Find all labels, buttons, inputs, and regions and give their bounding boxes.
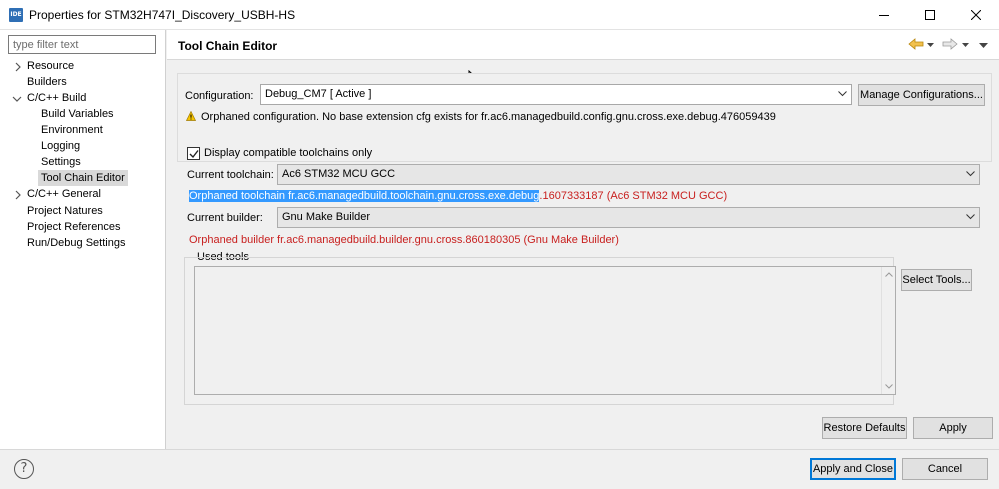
tree-item-project-natures[interactable]: Project Natures bbox=[27, 203, 103, 219]
current-builder-value: Gnu Make Builder bbox=[282, 211, 371, 223]
selected-text: Orphaned toolchain fr.ac6.managedbuild.t… bbox=[189, 190, 540, 202]
chevron-down-icon bbox=[838, 91, 847, 97]
cancel-button[interactable]: Cancel bbox=[902, 458, 988, 480]
page-title: Tool Chain Editor bbox=[178, 39, 278, 53]
checkmark-icon bbox=[189, 150, 199, 159]
current-toolchain-value: Ac6 STM32 MCU GCC bbox=[282, 168, 396, 180]
window-title: Properties for STM32H747I_Discovery_USBH… bbox=[29, 8, 296, 22]
current-builder-label: Current builder: bbox=[187, 212, 263, 224]
tree-item-settings[interactable]: Settings bbox=[41, 154, 81, 170]
warning-icon bbox=[186, 111, 196, 121]
tree-item-builders[interactable]: Builders bbox=[27, 74, 67, 90]
chevron-down-icon bbox=[966, 171, 975, 177]
chevron-down-icon bbox=[966, 214, 975, 220]
chevron-right-icon[interactable] bbox=[13, 190, 23, 200]
page-header: Tool Chain Editor bbox=[167, 30, 999, 60]
dialog-footer: ? Apply and Close Cancel bbox=[0, 449, 999, 489]
forward-menu-chevron-icon[interactable] bbox=[962, 43, 969, 48]
close-button[interactable] bbox=[953, 0, 999, 30]
orphaned-builder-message: Orphaned builder fr.ac6.managedbuild.bui… bbox=[189, 234, 619, 246]
configuration-select-value: Debug_CM7 [ Active ] bbox=[265, 88, 372, 100]
used-tools-scrollbar[interactable] bbox=[881, 267, 895, 394]
title-bar: IDE Properties for STM32H747I_Discovery_… bbox=[0, 0, 999, 30]
tree-item-cpp-build[interactable]: C/C++ Build bbox=[27, 90, 86, 106]
orphaned-toolchain-message: Orphaned toolchain fr.ac6.managedbuild.t… bbox=[189, 190, 727, 202]
display-compatible-label[interactable]: Display compatible toolchains only bbox=[204, 147, 372, 159]
view-menu-icon[interactable] bbox=[979, 43, 988, 49]
minimize-button[interactable] bbox=[861, 0, 907, 30]
minimize-icon bbox=[879, 15, 889, 16]
filter-input[interactable] bbox=[8, 35, 156, 54]
scroll-up-icon[interactable] bbox=[885, 272, 893, 277]
orphaned-toolchain-rest: .1607333187 (Ac6 STM32 MCU GCC) bbox=[539, 190, 728, 202]
scroll-down-icon[interactable] bbox=[885, 384, 893, 389]
restore-defaults-button[interactable]: Restore Defaults bbox=[822, 417, 907, 439]
back-arrow-icon[interactable] bbox=[908, 38, 924, 50]
tree-item-environment[interactable]: Environment bbox=[41, 122, 103, 138]
help-icon[interactable]: ? bbox=[14, 459, 34, 479]
maximize-icon bbox=[925, 10, 935, 20]
tree-item-build-variables[interactable]: Build Variables bbox=[41, 106, 114, 122]
apply-and-close-button[interactable]: Apply and Close bbox=[810, 458, 896, 480]
tree-item-run-debug-settings[interactable]: Run/Debug Settings bbox=[27, 235, 125, 251]
chevron-down-icon[interactable] bbox=[12, 94, 22, 104]
apply-button[interactable]: Apply bbox=[913, 417, 993, 439]
display-compatible-checkbox[interactable] bbox=[187, 147, 200, 160]
current-toolchain-select[interactable]: Ac6 STM32 MCU GCC bbox=[277, 164, 980, 185]
select-tools-button[interactable]: Select Tools... bbox=[901, 269, 972, 291]
property-tree-panel: Resource Builders C/C++ Build Build Vari… bbox=[0, 30, 166, 449]
tree-item-tool-chain-editor[interactable]: Tool Chain Editor bbox=[38, 170, 128, 186]
configuration-select[interactable]: Debug_CM7 [ Active ] bbox=[260, 84, 852, 105]
tree-item-project-references[interactable]: Project References bbox=[27, 219, 121, 235]
chevron-right-icon[interactable] bbox=[13, 62, 23, 72]
tree-item-logging[interactable]: Logging bbox=[41, 138, 80, 154]
current-toolchain-label: Current toolchain: bbox=[187, 169, 274, 181]
app-icon: IDE bbox=[9, 8, 23, 22]
tree-item-resource[interactable]: Resource bbox=[27, 58, 74, 74]
back-menu-chevron-icon[interactable] bbox=[927, 43, 934, 48]
tree-item-cpp-general[interactable]: C/C++ General bbox=[27, 186, 101, 202]
forward-arrow-icon[interactable] bbox=[942, 38, 958, 50]
used-tools-list[interactable] bbox=[194, 266, 896, 395]
manage-configurations-button[interactable]: Manage Configurations... bbox=[858, 84, 985, 106]
current-builder-select[interactable]: Gnu Make Builder bbox=[277, 207, 980, 228]
configuration-label: Configuration: bbox=[185, 90, 254, 102]
orphaned-configuration-warning: Orphaned configuration. No base extensio… bbox=[201, 111, 776, 123]
maximize-button[interactable] bbox=[907, 0, 953, 30]
close-icon bbox=[971, 10, 981, 20]
